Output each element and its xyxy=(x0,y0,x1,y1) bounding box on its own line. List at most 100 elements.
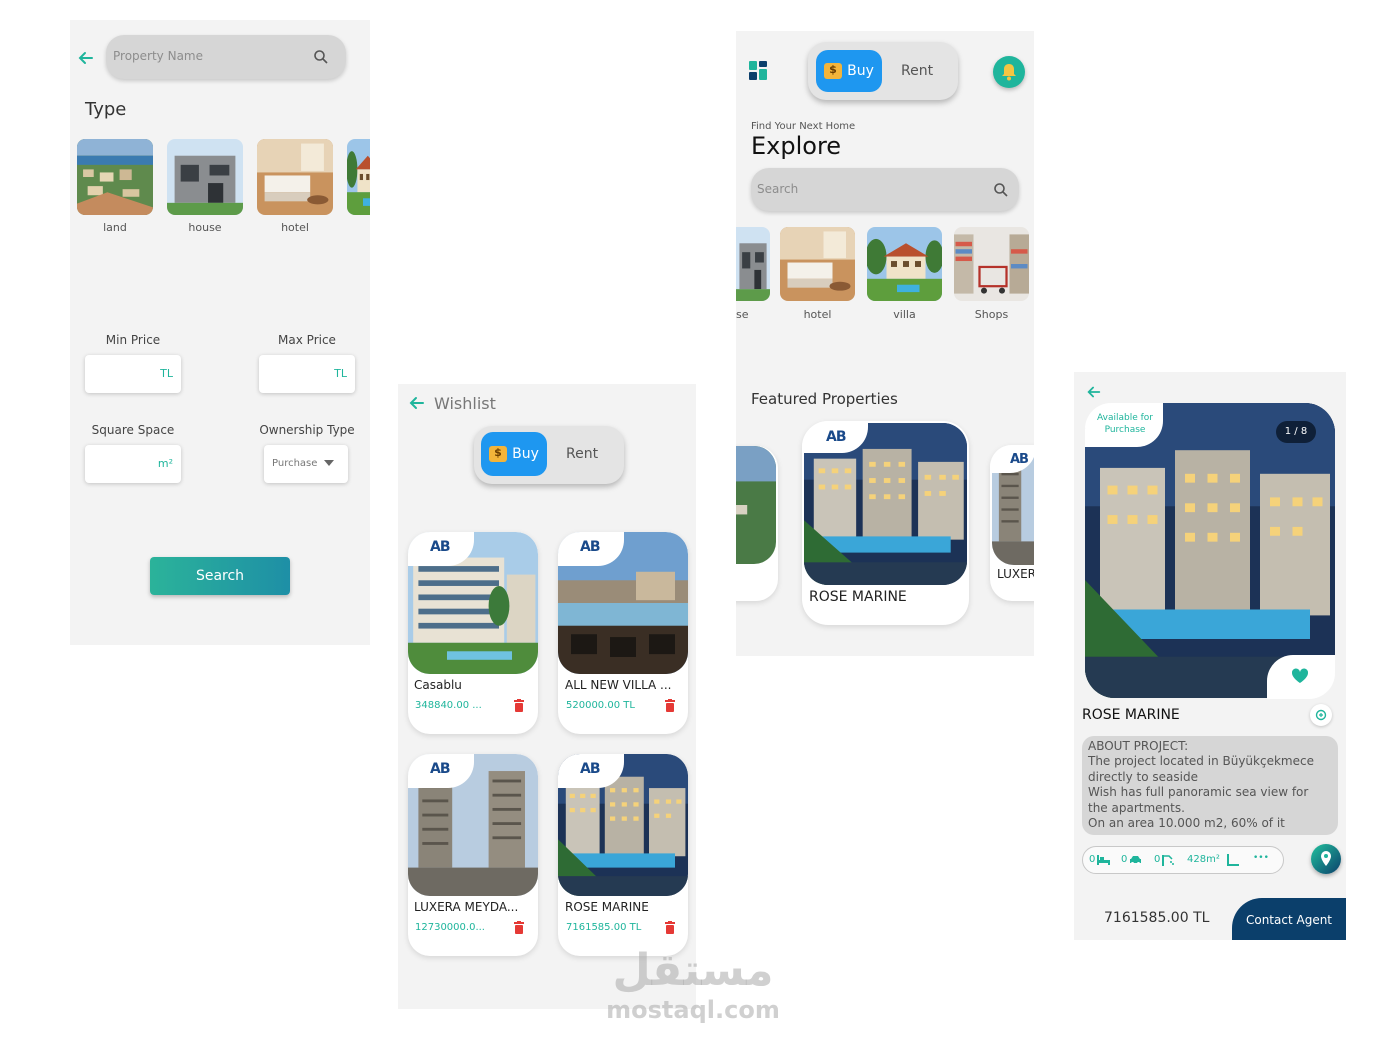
featured-card-partial-right[interactable]: AB LUXER xyxy=(990,445,1034,601)
category-hotel-label: hotel xyxy=(803,308,832,321)
rent-tab[interactable]: Rent xyxy=(901,63,933,79)
ownership-type-label: Ownership Type xyxy=(259,423,355,437)
about-project-box: ABOUT PROJECT: The project located in Bü… xyxy=(1082,736,1338,835)
delete-icon[interactable] xyxy=(514,699,524,712)
notification-bell-button[interactable] xyxy=(993,56,1025,88)
brand-logo: AB xyxy=(1010,452,1029,467)
filter-screen: Property Name Type land house hotel Min … xyxy=(70,20,370,645)
property-details-screen: Available for Purchase 1 / 8 ROSE MARINE… xyxy=(1074,372,1346,940)
category-villa-image[interactable] xyxy=(867,227,942,301)
property-name-search-input[interactable]: Property Name xyxy=(106,35,346,79)
property-name: LUXERA MEYDA... xyxy=(414,900,519,914)
back-arrow-icon[interactable] xyxy=(1086,384,1102,400)
brand-logo: AB xyxy=(430,761,450,777)
heart-icon xyxy=(1291,668,1309,683)
search-icon[interactable] xyxy=(313,49,329,65)
square-space-label: Square Space xyxy=(91,423,175,437)
back-arrow-icon[interactable] xyxy=(408,394,426,412)
baths-count: 0 xyxy=(1154,854,1161,865)
brand-logo: AB xyxy=(430,539,450,555)
money-bag-icon xyxy=(489,446,508,462)
search-placeholder: Search xyxy=(757,182,799,196)
delete-icon[interactable] xyxy=(665,921,675,934)
share-icon xyxy=(1315,709,1327,721)
property-price: 520000.00 TL xyxy=(566,700,635,711)
search-icon[interactable] xyxy=(993,182,1009,198)
shower-icon xyxy=(1162,855,1174,866)
delete-icon[interactable] xyxy=(514,921,524,934)
wishlist-card[interactable]: AB ROSE MARINE 7161585.00 TL xyxy=(558,754,688,956)
more-icon[interactable]: ••• xyxy=(1253,853,1269,863)
featured-card-partial-left[interactable] xyxy=(736,446,778,601)
money-bag-icon xyxy=(824,63,843,79)
share-button[interactable] xyxy=(1310,704,1332,726)
category-land-label: land xyxy=(103,221,127,234)
location-button[interactable] xyxy=(1311,844,1341,874)
map-pin-icon xyxy=(1321,851,1331,866)
featured-card[interactable]: AB ROSE MARINE xyxy=(802,421,969,625)
wishlist-screen: Wishlist Buy Rent AB Casablu 348840.00 .… xyxy=(398,384,696,1009)
buy-rent-toggle: Buy Rent xyxy=(808,42,958,100)
ownership-type-dropdown[interactable]: Purchase xyxy=(264,445,348,483)
car-icon xyxy=(1130,856,1141,865)
max-price-input[interactable]: TL xyxy=(259,355,355,393)
brand-logo: AB xyxy=(580,539,600,555)
category-villa-label: villa xyxy=(893,308,916,321)
buy-rent-toggle: Buy Rent xyxy=(474,426,624,484)
category-shops-label: Shops xyxy=(974,308,1009,321)
availability-badge: Available for Purchase xyxy=(1085,403,1163,447)
delete-icon[interactable] xyxy=(665,699,675,712)
min-price-label: Min Price xyxy=(105,333,161,347)
square-space-input[interactable]: m² xyxy=(85,445,181,483)
explore-screen: Buy Rent Find Your Next Home Explore Sea… xyxy=(736,31,1034,656)
property-price: 7161585.00 TL xyxy=(1104,910,1210,926)
area-icon xyxy=(1227,854,1239,866)
property-features-bar: 0 0 0 428m² ••• xyxy=(1082,846,1284,874)
buy-label: Buy xyxy=(512,446,539,462)
grid-menu-icon[interactable] xyxy=(749,61,769,81)
back-arrow-icon[interactable] xyxy=(77,49,95,67)
image-counter-badge: 1 / 8 xyxy=(1276,421,1316,443)
min-price-input[interactable]: TL xyxy=(85,355,181,393)
category-villa-partial-image[interactable] xyxy=(347,139,370,215)
buy-tab[interactable]: Buy xyxy=(481,432,547,476)
watermark-latin: mostaql.com xyxy=(606,996,780,1024)
property-price: 7161585.00 TL xyxy=(566,922,642,933)
wishlist-card[interactable]: AB LUXERA MEYDA... 12730000.0... xyxy=(408,754,538,956)
property-name: ROSE MARINE xyxy=(565,900,649,914)
category-hotel-image[interactable] xyxy=(257,139,333,215)
contact-agent-button[interactable]: Contact Agent xyxy=(1232,898,1346,940)
buy-tab[interactable]: Buy xyxy=(816,50,882,92)
category-house-label: se xyxy=(736,308,749,321)
category-shops-image[interactable] xyxy=(954,227,1029,301)
chevron-down-icon xyxy=(324,460,334,466)
buy-label: Buy xyxy=(847,63,874,79)
bed-icon xyxy=(1097,855,1110,865)
search-input[interactable]: Search xyxy=(751,168,1019,211)
cars-count: 0 xyxy=(1121,854,1128,865)
category-house-image[interactable] xyxy=(167,139,243,215)
wishlist-card[interactable]: AB Casablu 348840.00 ... xyxy=(408,532,538,734)
featured-properties-heading: Featured Properties xyxy=(751,390,898,408)
category-land-image[interactable] xyxy=(77,139,153,215)
property-name: ROSE MARINE xyxy=(809,589,907,605)
category-house-label: house xyxy=(188,221,222,234)
ownership-type-value: Purchase xyxy=(272,458,318,469)
category-hotel-label: hotel xyxy=(281,221,309,234)
max-price-label: Max Price xyxy=(278,333,336,347)
watermark-arabic: مستقل xyxy=(612,945,774,996)
type-heading: Type xyxy=(85,99,127,120)
watermark-logo: مستقل mostaql.com xyxy=(560,945,826,1023)
brand-logo: AB xyxy=(580,761,600,777)
rent-tab[interactable]: Rent xyxy=(566,446,598,462)
category-house-image[interactable] xyxy=(736,227,770,301)
property-hero-image[interactable] xyxy=(1085,403,1335,698)
wishlist-card[interactable]: AB ALL NEW VILLA ... 520000.00 TL xyxy=(558,532,688,734)
brand-logo: AB xyxy=(826,429,846,445)
favorite-button[interactable] xyxy=(1267,655,1335,699)
search-button[interactable]: Search xyxy=(150,557,290,595)
property-price: 12730000.0... xyxy=(415,922,485,933)
bell-icon xyxy=(1002,64,1016,81)
subtitle: Find Your Next Home xyxy=(751,121,856,132)
category-hotel-image[interactable] xyxy=(780,227,855,301)
